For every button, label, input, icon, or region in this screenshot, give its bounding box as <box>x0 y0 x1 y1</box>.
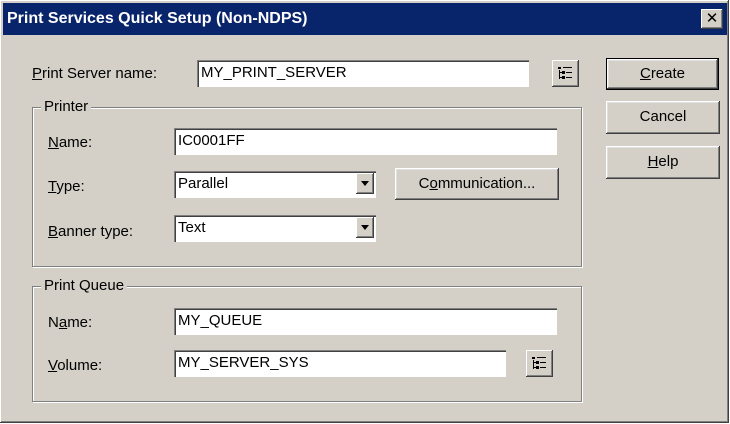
print-queue-group-title: Print Queue <box>41 277 128 294</box>
tree-browse-icon <box>532 357 546 369</box>
dropdown-arrow-icon[interactable] <box>356 173 374 194</box>
print-queue-group: Print Queue <box>32 277 582 402</box>
queue-name-label: Name: <box>48 314 93 331</box>
printer-group-title: Printer <box>41 98 92 115</box>
window-title: Print Services Quick Setup (Non-NDPS) <box>7 10 308 27</box>
quick-setup-dialog: Print Services Quick Setup (Non-NDPS) ✕ … <box>0 0 729 423</box>
banner-type-select[interactable]: Text <box>174 215 376 242</box>
close-icon: ✕ <box>705 10 719 27</box>
volume-label: Volume: <box>48 357 103 374</box>
printer-name-label: Name: <box>48 134 93 151</box>
tree-browse-icon <box>558 67 572 79</box>
cancel-button[interactable]: Cancel <box>606 101 720 134</box>
print-server-name-field[interactable]: MY_PRINT_SERVER <box>197 60 529 87</box>
printer-type-select[interactable]: Parallel <box>174 171 376 198</box>
close-button[interactable]: ✕ <box>701 9 723 29</box>
print-server-label: Print Server name: <box>32 65 158 82</box>
dropdown-arrow-icon[interactable] <box>356 217 374 238</box>
volume-field[interactable]: MY_SERVER_SYS <box>174 350 506 377</box>
queue-name-field[interactable]: MY_QUEUE <box>174 308 557 335</box>
volume-browse-button[interactable] <box>526 350 553 377</box>
printer-type-label: Type: <box>48 178 85 195</box>
banner-type-label: Banner type: <box>48 223 134 240</box>
title-bar: Print Services Quick Setup (Non-NDPS) ✕ <box>3 3 727 35</box>
printer-name-field[interactable]: IC0001FF <box>174 128 557 155</box>
create-button[interactable]: Create <box>606 58 719 90</box>
communication-button[interactable]: Communication... <box>395 168 559 200</box>
help-button[interactable]: Help <box>606 146 720 179</box>
print-server-browse-button[interactable] <box>552 60 579 87</box>
